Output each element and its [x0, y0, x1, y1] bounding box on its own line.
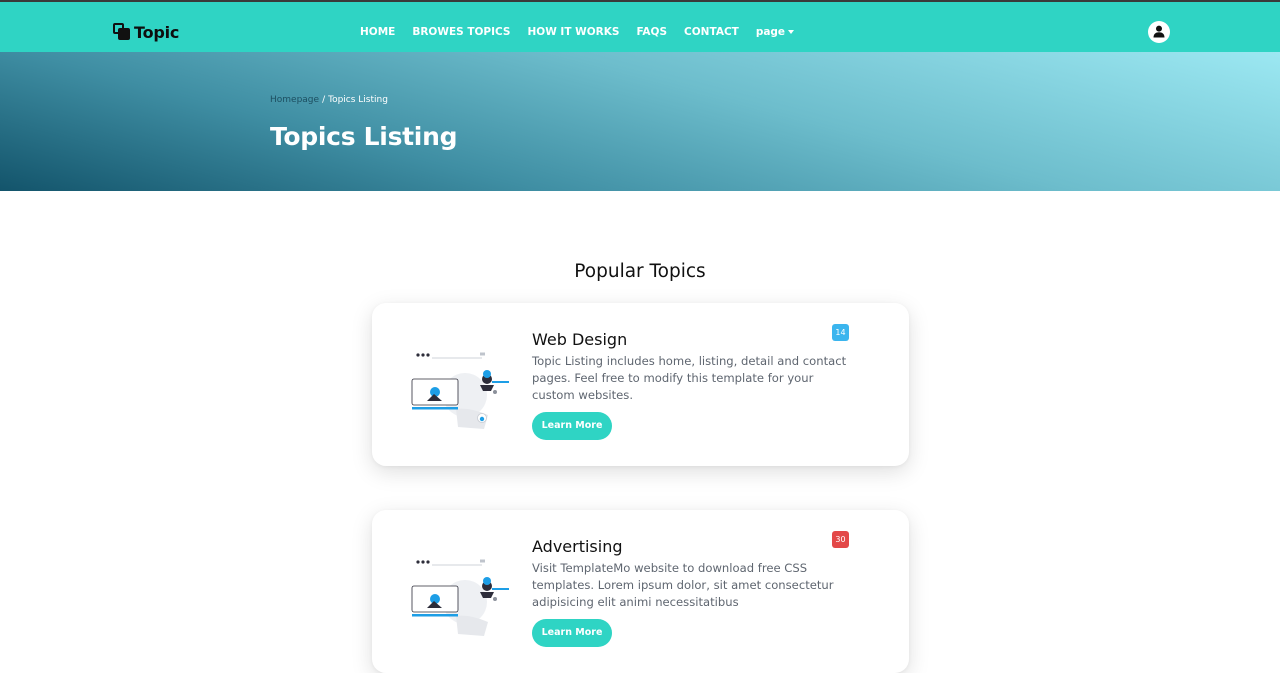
- brand-logo[interactable]: Topic: [112, 22, 179, 42]
- topic-count-badge: 14: [832, 324, 849, 341]
- card-description: Topic Listing includes home, listing, de…: [532, 354, 847, 402]
- breadcrumb-separator: /: [322, 95, 326, 105]
- nav-home[interactable]: HOME: [360, 26, 395, 38]
- topic-count-badge: 30: [832, 531, 849, 548]
- card-title: Advertising: [532, 537, 623, 556]
- brand-name: Topic: [134, 22, 180, 42]
- hero-banner: Homepage / Topics Listing Topics Listing: [0, 52, 1280, 191]
- navbar: Topic HOME BROWES TOPICS HOW IT WORKS FA…: [0, 0, 1280, 52]
- topic-card: Web Design Topic Listing includes home, …: [372, 303, 909, 466]
- nav-page-dropdown[interactable]: page: [755, 26, 795, 38]
- card-description: Visit TemplateMo website to download fre…: [532, 561, 834, 609]
- nav-how-it-works[interactable]: HOW IT WORKS: [527, 26, 619, 38]
- breadcrumb-current: Topics Listing: [328, 95, 388, 105]
- breadcrumb-home-link[interactable]: Homepage: [270, 95, 319, 105]
- topic-illustration: [411, 559, 509, 636]
- user-account-button[interactable]: [1148, 21, 1170, 43]
- card-title: Web Design: [532, 330, 628, 349]
- nav-faqs[interactable]: FAQS: [636, 26, 667, 38]
- section-title: Popular Topics: [574, 261, 706, 282]
- topic-illustration: [411, 352, 509, 429]
- logo-icon: [112, 22, 132, 42]
- learn-more-button[interactable]: Learn More: [532, 412, 612, 440]
- nav-browse-topics[interactable]: BROWES TOPICS: [412, 26, 510, 38]
- breadcrumb: Homepage / Topics Listing: [270, 95, 388, 105]
- caret-down-icon: [788, 30, 795, 34]
- nav-contact[interactable]: CONTACT: [684, 26, 739, 38]
- page-title: Topics Listing: [270, 122, 458, 151]
- topic-card: Advertising Visit TemplateMo website to …: [372, 510, 909, 673]
- user-icon: [1153, 25, 1165, 38]
- learn-more-button[interactable]: Learn More: [532, 619, 612, 647]
- nav-menu: HOME BROWES TOPICS HOW IT WORKS FAQS CON…: [360, 26, 795, 38]
- nav-page-label: page: [755, 26, 786, 38]
